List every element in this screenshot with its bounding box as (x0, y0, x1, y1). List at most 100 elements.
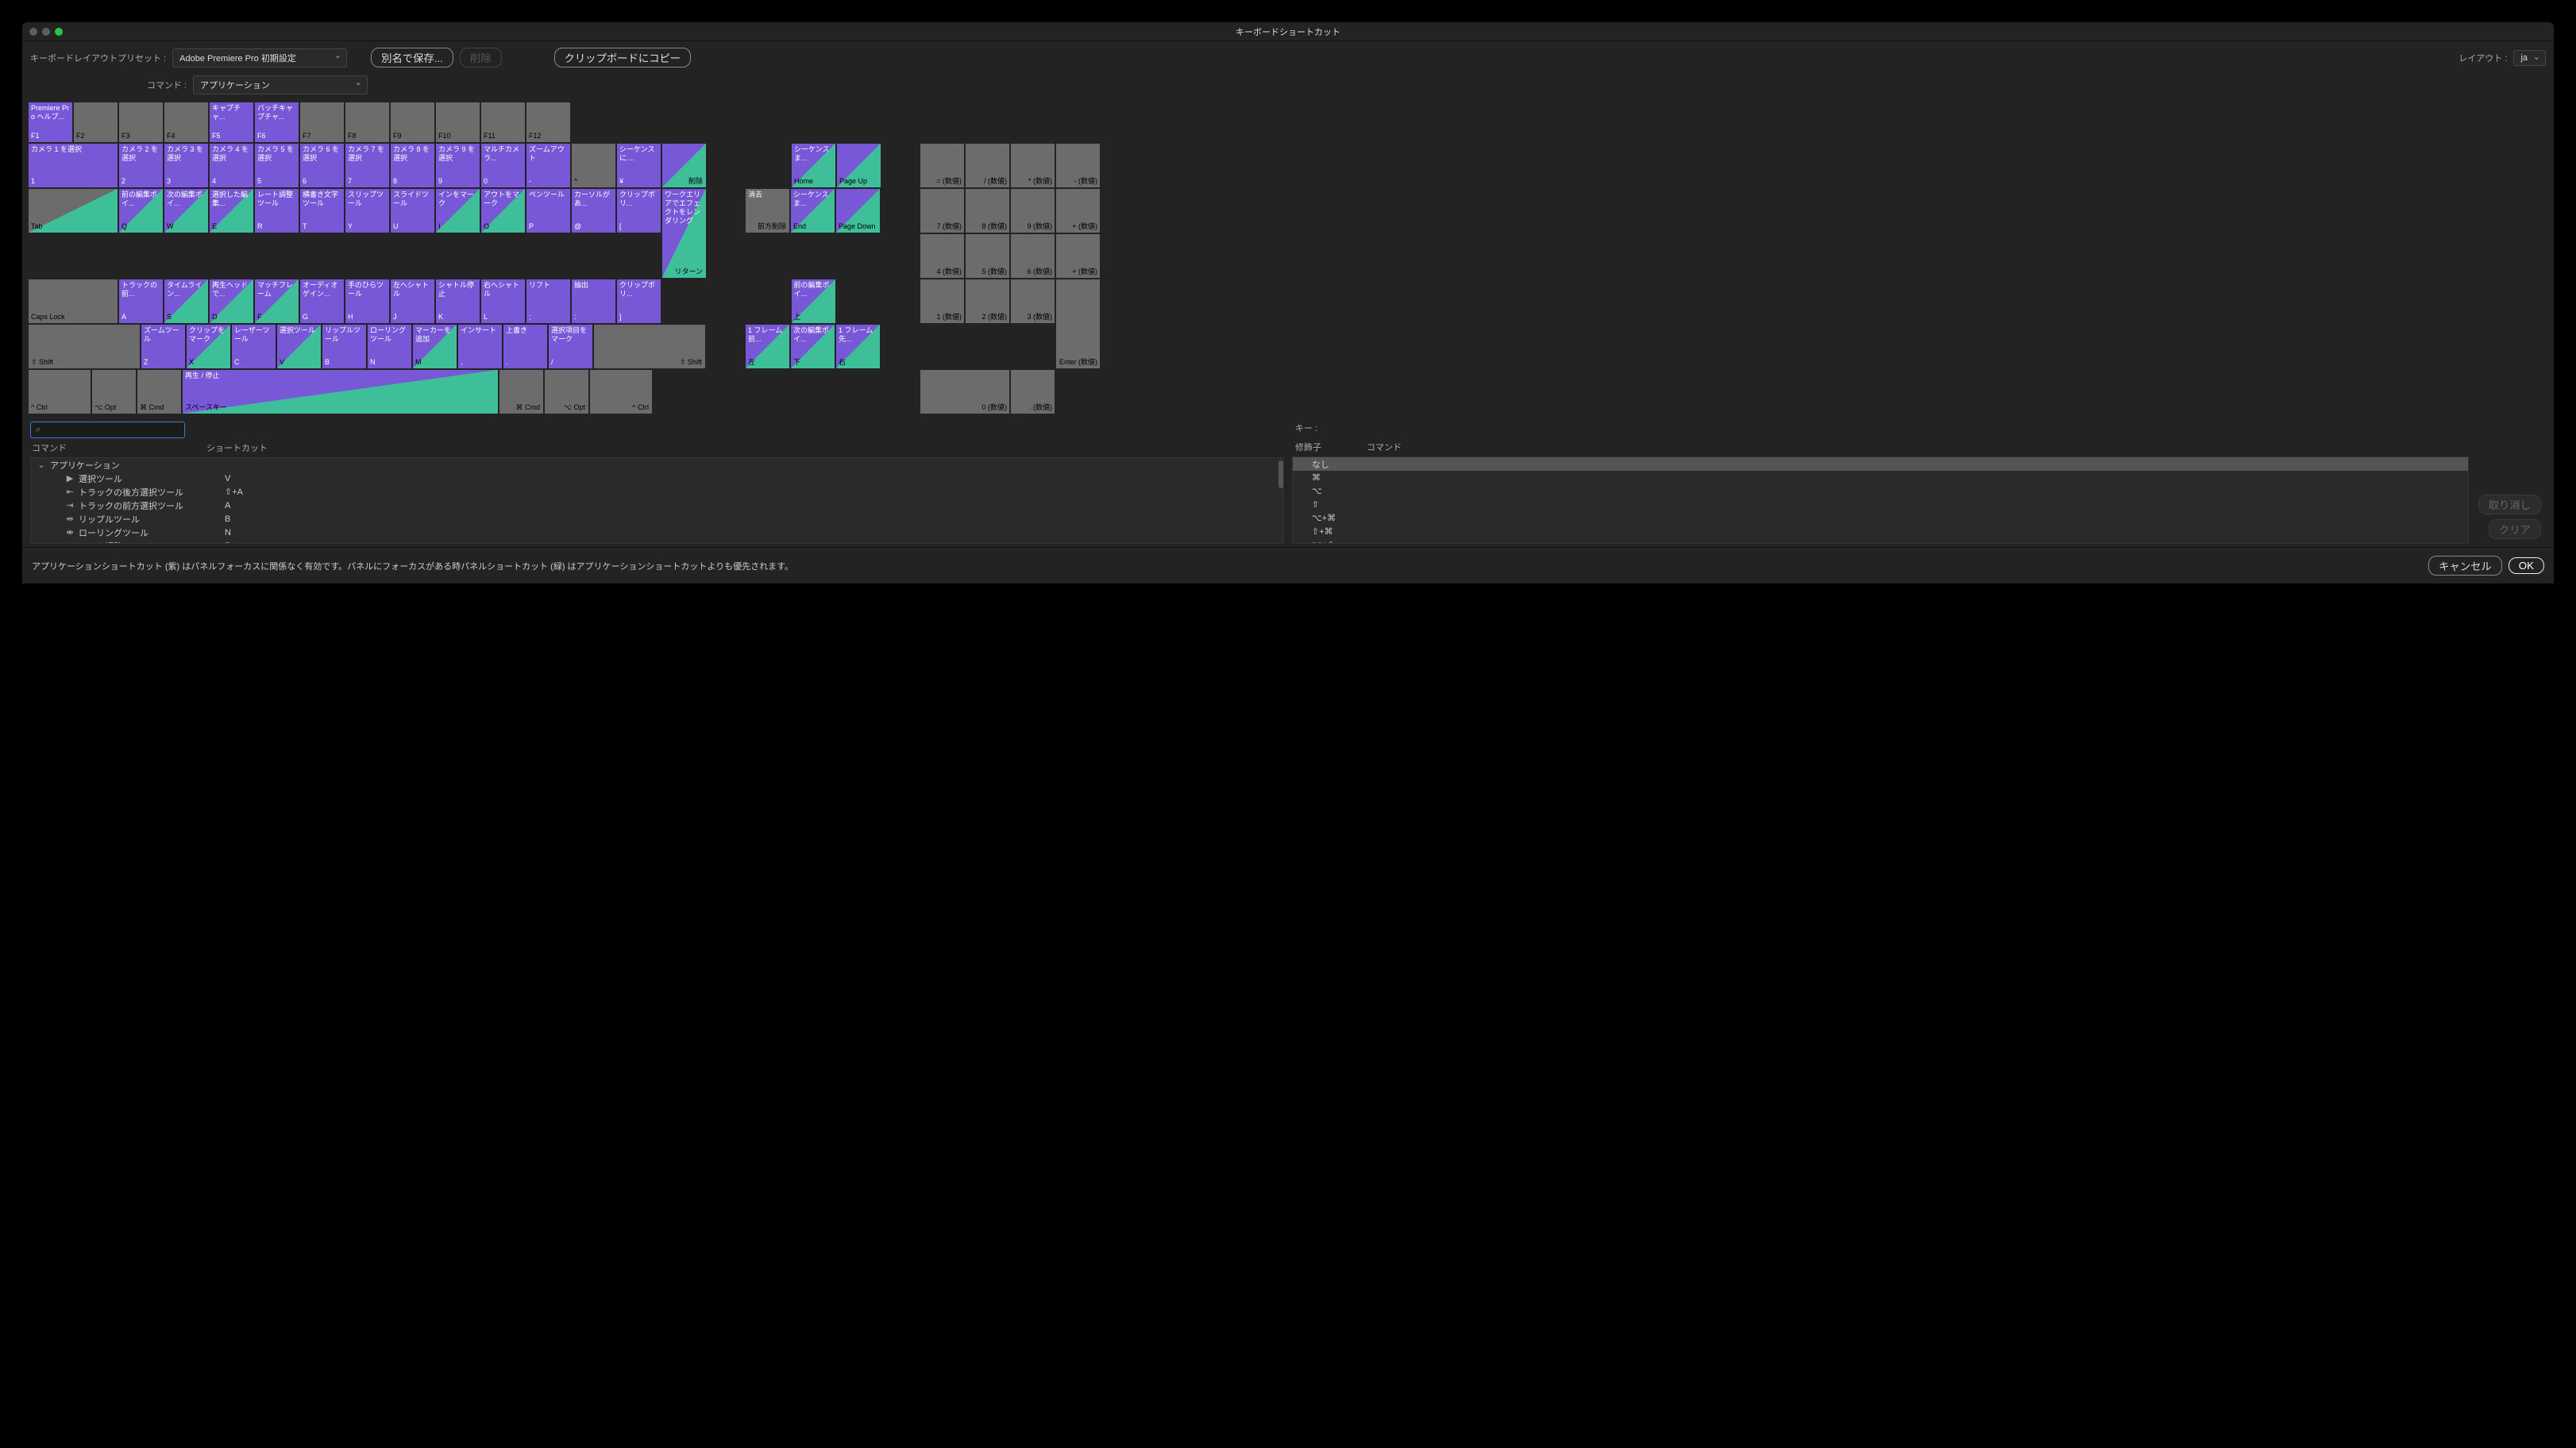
key-N[interactable]: ローリングツールN (368, 325, 411, 368)
scrollbar-thumb[interactable] (1278, 460, 1283, 488)
modifier-row[interactable]: ⇧+⌘ (1293, 525, 2468, 538)
command-select[interactable]: アプリケーション (193, 75, 368, 94)
key-X[interactable]: クリップをマークX (187, 325, 230, 368)
key-⌘Cmd[interactable]: ⌘ Cmd (137, 370, 181, 414)
key-下[interactable]: 次の編集ポイ...下 (791, 325, 835, 368)
numkey[interactable]: 0 (数値) (920, 370, 1009, 414)
numkey[interactable]: . (数値) (1011, 370, 1055, 414)
key-F3[interactable]: F3 (119, 102, 163, 142)
key-6[interactable]: カメラ 6 を選択6 (300, 144, 344, 187)
command-row[interactable]: ⌄アプリケーション (31, 458, 1283, 472)
key-^[interactable]: ^ (572, 144, 615, 187)
key-F2[interactable]: F2 (74, 102, 118, 142)
key-@[interactable]: カーソルがあ...@ (572, 189, 615, 233)
key-Home[interactable]: シーケンスま...Home (792, 144, 835, 187)
key-F4[interactable]: F4 (164, 102, 208, 142)
numkey[interactable]: 4 (数値) (920, 234, 964, 278)
key-H[interactable]: 手のひらツールH (345, 279, 389, 323)
key-^Ctrl[interactable]: ^ Ctrl (590, 370, 652, 414)
key-^Ctrl[interactable]: ^ Ctrl (29, 370, 91, 414)
key-F7[interactable]: F7 (300, 102, 344, 142)
numkey[interactable]: + (数値) (1056, 234, 1100, 278)
key-F8[interactable]: F8 (345, 102, 389, 142)
key-PageUp[interactable]: Page Up (837, 144, 881, 187)
key-0[interactable]: マルチカメラ...0 (481, 144, 525, 187)
command-row[interactable]: ⇥トラックの前方選択ツールA (31, 499, 1283, 512)
key-7[interactable]: カメラ 7 を選択7 (345, 144, 389, 187)
key-,[interactable]: インサート, (458, 325, 502, 368)
key-F6[interactable]: バッチキャプチャ...F6 (255, 102, 299, 142)
key-¥[interactable]: シーケンスに....¥ (617, 144, 661, 187)
search-input[interactable] (44, 424, 179, 436)
command-row[interactable]: ⇤トラックの後方選択ツール⇧+A (31, 485, 1283, 499)
key-2[interactable]: カメラ 2 を選択2 (119, 144, 163, 187)
modifier-row[interactable]: ⌥+⇧ (1293, 538, 2468, 544)
copy-clipboard-button[interactable]: クリップボードにコピー (554, 48, 692, 67)
key-前方削除[interactable]: 消去前方削除 (746, 189, 789, 233)
key-Tab[interactable]: Tab (29, 189, 118, 233)
numkey[interactable]: = (数値) (920, 144, 964, 187)
numkey[interactable]: + (数値) (1056, 189, 1100, 233)
key-1[interactable]: カメラ 1 を選択1 (29, 144, 118, 187)
numkey[interactable]: / (数値) (966, 144, 1009, 187)
numkey[interactable]: 7 (数値) (920, 189, 964, 233)
key-8[interactable]: カメラ 8 を選択8 (391, 144, 434, 187)
key-⌥Opt[interactable]: ⌥ Opt (545, 370, 588, 414)
key-[[interactable]: クリップボリ...[ (617, 189, 661, 233)
numkey[interactable]: 8 (数値) (966, 189, 1009, 233)
key-上[interactable]: 前の編集ポイ...上 (792, 279, 835, 323)
key-V[interactable]: 選択ツールV (277, 325, 321, 368)
key-スペースキー[interactable]: 再生 / 停止スペースキー (183, 370, 498, 414)
modifier-row[interactable]: ⇧ (1293, 498, 2468, 511)
key-K[interactable]: シャトル停止K (436, 279, 480, 323)
key-:[interactable]: 抽出: (572, 279, 615, 323)
numkey[interactable]: 3 (数値) (1011, 279, 1055, 323)
key-G[interactable]: オーディオゲイン...G (300, 279, 344, 323)
key-⇧Shift[interactable]: ⇧ Shift (29, 325, 140, 368)
key-O[interactable]: アウトをマークO (481, 189, 525, 233)
key-F1[interactable]: Premiere Pro ヘルプ...F1 (29, 102, 72, 142)
key-I[interactable]: インをマークI (436, 189, 480, 233)
key-/[interactable]: 選択項目をマーク/ (549, 325, 592, 368)
key-.[interactable]: 上書き. (503, 325, 547, 368)
key-P[interactable]: ペンツールP (526, 189, 570, 233)
key-⇧Shift[interactable]: ⇧ Shift (594, 325, 705, 368)
key--[interactable]: ズームアウト- (526, 144, 570, 187)
numkey[interactable]: 9 (数値) (1011, 189, 1055, 233)
key-F12[interactable]: F12 (526, 102, 570, 142)
key-9[interactable]: カメラ 9 を選択9 (436, 144, 480, 187)
numkey[interactable]: Enter (数値) (1056, 279, 1100, 368)
key-Y[interactable]: スリップツールY (345, 189, 389, 233)
disclosure-icon[interactable]: ⌄ (36, 460, 47, 470)
search-field[interactable]: ⌕ (30, 422, 185, 438)
key-F9[interactable]: F9 (391, 102, 434, 142)
key-;[interactable]: リフト; (526, 279, 570, 323)
key-3[interactable]: カメラ 3 を選択3 (164, 144, 208, 187)
key-U[interactable]: スライドツールU (391, 189, 434, 233)
modifier-row[interactable]: ⌘ (1293, 471, 2468, 484)
key-C[interactable]: レーザーツールC (232, 325, 276, 368)
modifier-row[interactable]: ⌥ (1293, 484, 2468, 498)
save-as-button[interactable]: 別名で保存... (371, 48, 453, 67)
command-row[interactable]: ↔レート調整ツールR (31, 539, 1283, 544)
key-L[interactable]: 右へシャトルL (481, 279, 525, 323)
key-右[interactable]: 1 フレーム先...右 (836, 325, 880, 368)
key-S[interactable]: タイムライン...S (164, 279, 208, 323)
key-左[interactable]: 1 フレーム前...左 (746, 325, 789, 368)
key-CapsLock[interactable]: Caps Lock (29, 279, 118, 323)
command-row[interactable]: ⇹リップルツールB (31, 512, 1283, 526)
key-削除[interactable]: 削除 (662, 144, 706, 187)
numkey[interactable]: 6 (数値) (1011, 234, 1055, 278)
key-F5[interactable]: キャプチャ...F5 (210, 102, 253, 142)
key-M[interactable]: マーカーを追加M (413, 325, 457, 368)
key-][interactable]: クリップボリ...] (617, 279, 661, 323)
key-⌥Opt[interactable]: ⌥ Opt (92, 370, 136, 414)
key-D[interactable]: 再生ヘッドで...D (210, 279, 253, 323)
key-W[interactable]: 次の編集ポイ...W (164, 189, 208, 233)
key-Z[interactable]: ズームツールZ (141, 325, 185, 368)
layout-select[interactable]: ja (2513, 50, 2546, 66)
key-F11[interactable]: F11 (481, 102, 525, 142)
key-B[interactable]: リップルツールB (322, 325, 366, 368)
key-5[interactable]: カメラ 5 を選択5 (255, 144, 299, 187)
key-⌘Cmd[interactable]: ⌘ Cmd (499, 370, 543, 414)
